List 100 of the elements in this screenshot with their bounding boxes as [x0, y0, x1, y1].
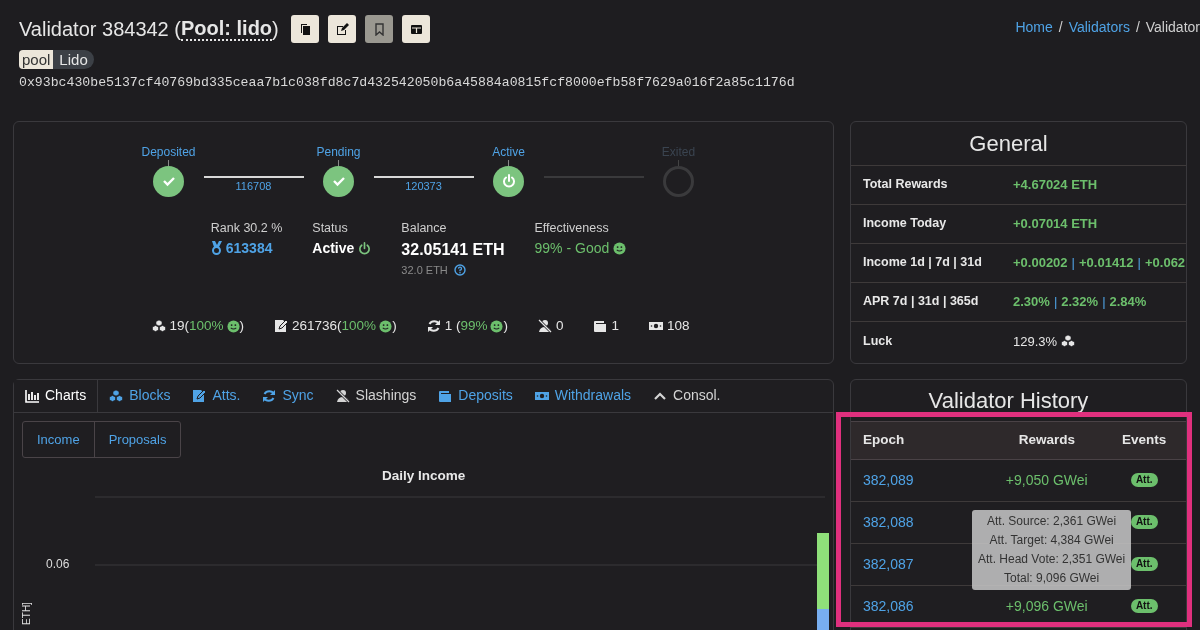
copy-button[interactable] [290, 15, 319, 43]
effectiveness-value: 99% - Good [534, 238, 610, 258]
row-value: +0.01412 [1079, 254, 1134, 273]
panel-title: Validator History [927, 386, 1090, 415]
column-header: Rewards [1017, 431, 1076, 450]
wallet-icon [593, 319, 608, 334]
person-slash-icon [537, 319, 552, 334]
stat-value: 19( [169, 317, 189, 336]
tooltip-line: Att. Head Vote: 2,351 GWei [978, 550, 1126, 568]
row-value: 2.32% [1061, 293, 1099, 312]
column-header: Events [1121, 431, 1168, 450]
tooltip-line: Total: 9,096 GWei [1004, 569, 1100, 587]
stat-value: 0 [555, 317, 564, 336]
row-label: Income 1d | 7d | 31d [862, 254, 983, 272]
pool-badge: pool [19, 50, 54, 69]
cubes-icon [151, 319, 166, 334]
y-axis-label: ETH] [20, 601, 32, 625]
row-label: APR 7d | 31d | 365d [862, 293, 980, 311]
status-label: Status [312, 219, 349, 237]
stat-value: 1 [611, 317, 619, 336]
row-value: +0.00202 [1013, 254, 1068, 273]
help-icon [453, 263, 466, 276]
table-button[interactable] [401, 15, 430, 43]
column-header: Epoch [862, 431, 906, 450]
effectiveness-label: Effectiveness [534, 219, 610, 237]
tab[interactable]: Blocks [98, 379, 182, 412]
page-title: Validator 384342 ( [19, 17, 181, 42]
row-label: Luck [862, 332, 894, 350]
page-title: ) [272, 17, 279, 42]
tab[interactable]: Charts [14, 379, 99, 412]
y-tick-label: 0.06 [46, 555, 70, 573]
sync-icon [426, 319, 441, 334]
row-label: Income Today [862, 215, 948, 233]
chart-title: Daily Income [382, 466, 466, 485]
value-separator: | [1102, 293, 1106, 312]
tab[interactable]: Sync [251, 379, 325, 412]
row-value: 2.30% [1013, 293, 1050, 312]
effective-balance: 32.0 ETH [401, 262, 448, 278]
breadcrumb-current: Validator [1145, 18, 1200, 37]
rank-label: Rank 30.2 % [210, 219, 283, 237]
breadcrumb-separator: / [1135, 18, 1140, 37]
balance-value: 32.05141 ETH [401, 239, 505, 260]
bar-chart-icon [25, 388, 39, 403]
cubes-icon [109, 388, 124, 403]
stat-value: 261736( [292, 317, 342, 336]
chart-tab[interactable]: Proposals [93, 421, 181, 457]
step-label: Deposited [141, 143, 196, 160]
step-label: Pending [316, 143, 361, 160]
stat-value: 108 [666, 317, 690, 336]
smiley-icon [226, 319, 240, 333]
tab[interactable]: Deposits [427, 379, 524, 412]
attestation-tag: Att. [1130, 557, 1158, 572]
balance-label: Balance [401, 219, 448, 237]
edit-button[interactable] [327, 15, 356, 43]
epoch-link[interactable]: 382,086 [851, 595, 992, 617]
value-separator: | [1071, 254, 1075, 273]
document-pen-icon [192, 388, 207, 403]
pool-name-badge: Lido [53, 50, 94, 69]
public-key: 0x93bc430be5137cf40769bd335ceaa7b1c038fd8c7d432542050b6a45884a0815fcf8000efb58f7629a016f2a85c1176d [19, 73, 795, 93]
row-value: +4.67024 ETH [1013, 176, 1098, 195]
medal-icon [210, 241, 222, 256]
row-value: 129.3% [1013, 332, 1058, 351]
reward-value: +9,096 GWei [1005, 597, 1088, 614]
panel-title: General [851, 121, 1186, 166]
stat-percent: 100% [189, 317, 224, 336]
attestation-tag: Att. [1130, 515, 1158, 530]
breadcrumb-link[interactable]: Validators [1068, 17, 1130, 93]
smiley-icon [379, 319, 393, 333]
epoch-link[interactable]: 120373 [405, 178, 442, 193]
row-label: Total Rewards [862, 176, 949, 194]
table-icon [408, 22, 423, 36]
power-icon [358, 241, 372, 255]
sync-icon [262, 388, 277, 403]
breadcrumb-link[interactable]: Home [1015, 17, 1053, 93]
smiley-icon [613, 241, 627, 255]
chart-tab[interactable]: Income [23, 421, 94, 457]
stat-value: 1 ( [444, 317, 461, 336]
row-value: +0.07014 ETH [1013, 215, 1098, 234]
value-separator: | [1053, 293, 1058, 312]
row-value: +0.062 [1144, 254, 1186, 273]
stat-percent: 99% [460, 317, 488, 336]
rank-link[interactable]: 613384 [225, 237, 273, 259]
tooltip-line: Att. Source: 2,361 GWei [987, 512, 1117, 530]
edit-icon [334, 22, 349, 36]
person-slash-icon [335, 388, 350, 403]
value-separator: | [1137, 254, 1141, 273]
tab[interactable]: Withdrawals [523, 379, 643, 412]
document-pen-icon [274, 319, 289, 334]
tab[interactable]: Atts. [181, 379, 252, 412]
epoch-link[interactable]: 116708 [235, 178, 272, 193]
pool-link[interactable]: Pool: lido [180, 17, 273, 41]
stat-value: ) [392, 317, 397, 336]
breadcrumb-separator: / [1058, 18, 1063, 37]
reward-value: +9,050 GWei [1005, 471, 1088, 488]
stat-value: ) [503, 317, 508, 336]
epoch-link[interactable]: 382,089 [851, 469, 992, 491]
cubes-icon [1061, 334, 1076, 349]
status-value: Active [312, 238, 355, 258]
attestation-tag: Att. [1130, 599, 1158, 614]
smiley-icon [490, 319, 504, 333]
